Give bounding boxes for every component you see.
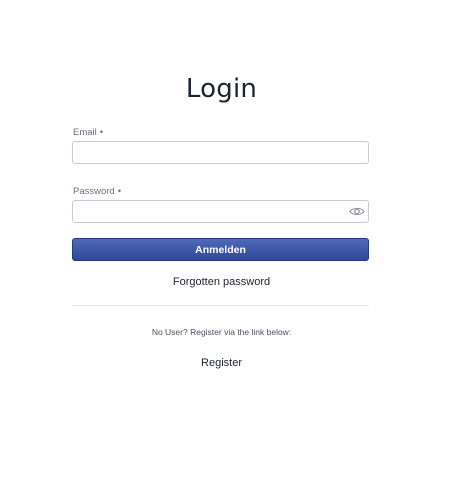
password-field[interactable] [72,200,369,223]
page-title: Login [185,74,258,104]
login-page: Login Email • Password • Anmelden Forgotte… [0,0,457,500]
register-hint: No User? Register via the link below: [151,327,292,337]
divider [72,305,369,306]
password-label-text: Password [73,186,115,197]
email-label: Email • [73,127,103,138]
password-label: Password • [73,186,121,197]
email-required-mark: • [99,127,104,138]
forgot-password-link[interactable]: Forgotten password [0,276,443,288]
email-field[interactable] [72,141,369,164]
eye-icon[interactable] [349,205,365,217]
email-label-text: Email [73,127,97,138]
register-link[interactable]: Register [0,357,443,369]
password-required-mark: • [117,186,122,197]
login-button[interactable]: Anmelden [72,238,369,261]
